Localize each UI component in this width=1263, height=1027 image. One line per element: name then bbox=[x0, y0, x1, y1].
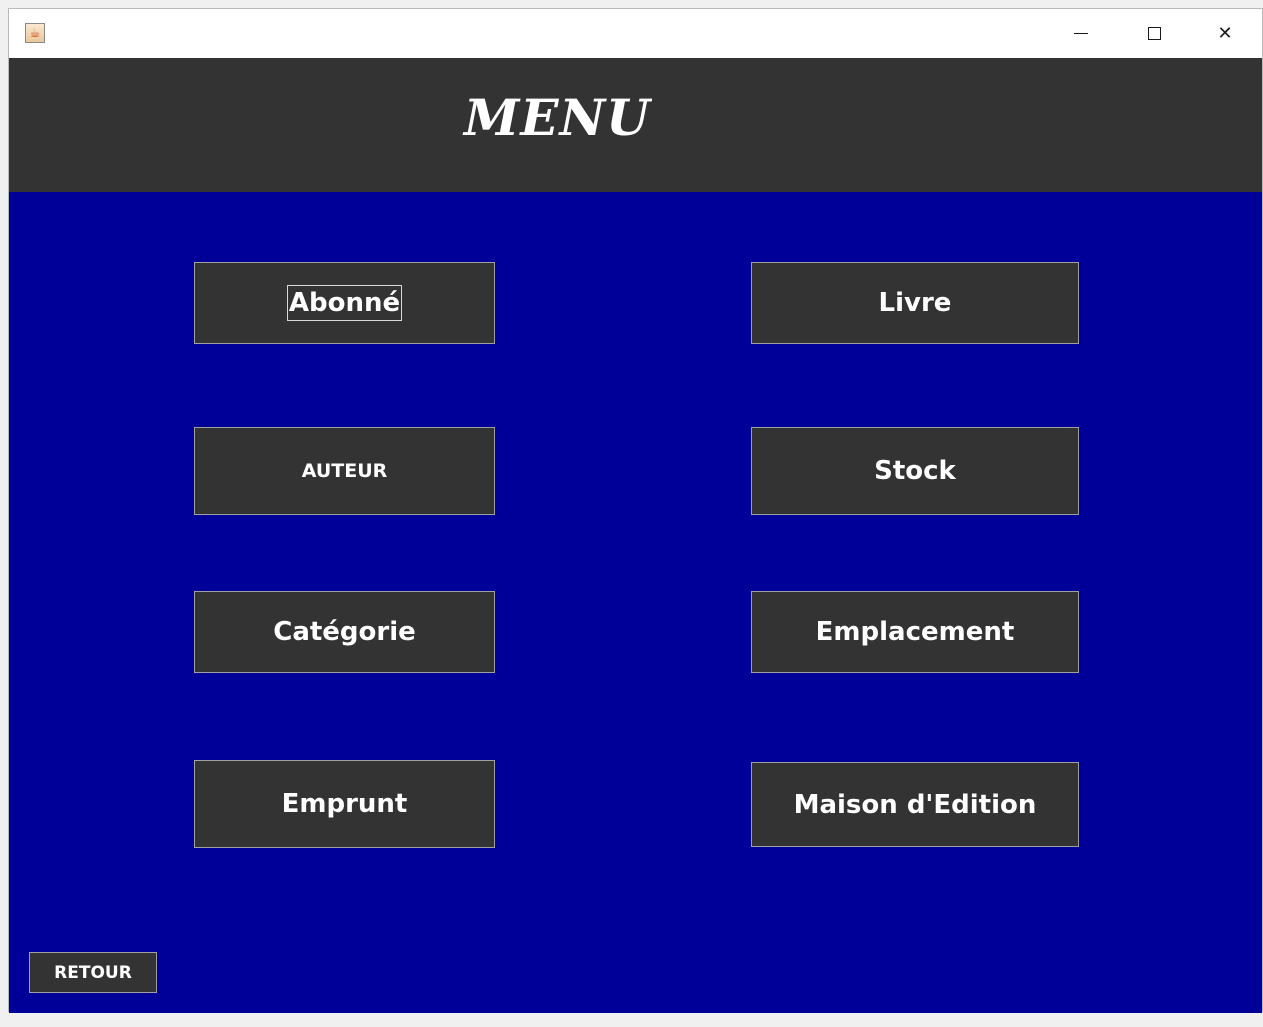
emprunt-button[interactable]: Emprunt bbox=[194, 760, 495, 848]
livre-button-label: Livre bbox=[878, 288, 952, 318]
retour-button[interactable]: RETOUR bbox=[29, 952, 157, 993]
app-window: ☕ ✕ MENU Abonné AUTEUR Catégorie Emprunt… bbox=[8, 8, 1263, 1013]
emplacement-button[interactable]: Emplacement bbox=[751, 591, 1079, 673]
stock-button-label: Stock bbox=[874, 456, 956, 486]
auteur-button-label: AUTEUR bbox=[301, 460, 388, 482]
java-app-icon: ☕ bbox=[25, 23, 45, 43]
maximize-button[interactable] bbox=[1119, 9, 1189, 58]
close-icon: ✕ bbox=[1217, 23, 1233, 44]
abonne-button-label: Abonné bbox=[286, 285, 403, 321]
title-bar[interactable]: ☕ ✕ bbox=[9, 9, 1262, 58]
emprunt-button-label: Emprunt bbox=[281, 789, 408, 819]
maximize-icon bbox=[1147, 27, 1161, 40]
stock-button[interactable]: Stock bbox=[751, 427, 1079, 515]
categorie-button-label: Catégorie bbox=[273, 617, 416, 647]
retour-button-label: RETOUR bbox=[54, 962, 132, 983]
categorie-button[interactable]: Catégorie bbox=[194, 591, 495, 673]
menu-panel: Abonné AUTEUR Catégorie Emprunt Livre St… bbox=[9, 192, 1262, 1013]
minimize-icon bbox=[1074, 33, 1088, 34]
maison-edition-button-label: Maison d'Edition bbox=[793, 789, 1037, 820]
minimize-button[interactable] bbox=[1046, 9, 1116, 58]
close-button[interactable]: ✕ bbox=[1190, 9, 1260, 58]
page-title: MENU bbox=[464, 88, 651, 147]
livre-button[interactable]: Livre bbox=[751, 262, 1079, 344]
maison-edition-button[interactable]: Maison d'Edition bbox=[751, 762, 1079, 847]
menu-header: MENU bbox=[9, 58, 1262, 192]
auteur-button[interactable]: AUTEUR bbox=[194, 427, 495, 515]
emplacement-button-label: Emplacement bbox=[815, 617, 1015, 647]
abonne-button[interactable]: Abonné bbox=[194, 262, 495, 344]
